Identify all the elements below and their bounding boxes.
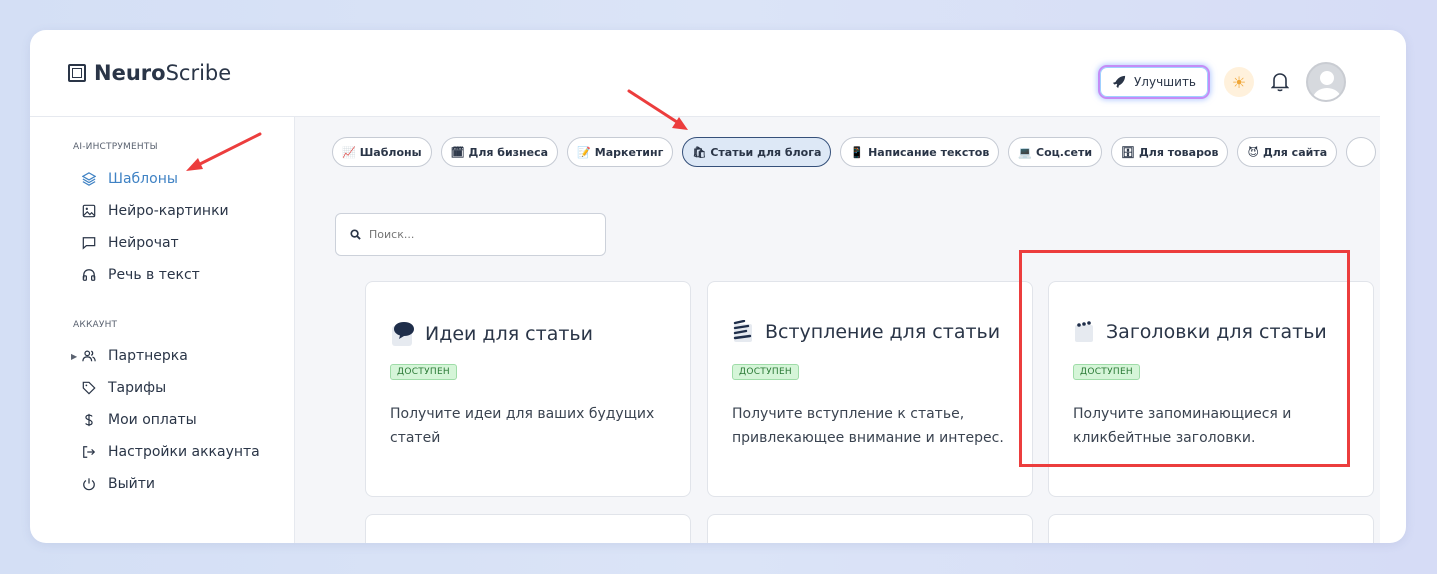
- sidebar-item-label: Нейро-картинки: [108, 203, 229, 219]
- card-title: Вступление для статьи: [765, 321, 1001, 343]
- header-actions: Улучшить ☀: [1097, 62, 1346, 102]
- dollar-icon: [85, 413, 93, 427]
- card-next-row-2[interactable]: [707, 514, 1033, 543]
- card-article-ideas[interactable]: Идеи для статьи ДОСТУПЕН Получите идеи д…: [365, 281, 691, 497]
- bell-icon[interactable]: [1268, 70, 1292, 94]
- newspaper-icon: [68, 64, 86, 82]
- annotation-arrow-sidebar: [186, 132, 262, 171]
- chip-label: Соц.сети: [1036, 145, 1093, 159]
- upgrade-label: Улучшить: [1133, 75, 1196, 89]
- speech-bubble-icon: [392, 322, 414, 346]
- caret-right-icon: ▶: [71, 351, 78, 361]
- sidebar-item-label: Речь в текст: [108, 267, 200, 283]
- status-badge: ДОСТУПЕН: [390, 364, 458, 380]
- chip-label: Маркетинг: [594, 145, 664, 159]
- chip-social[interactable]: 💻 Соц.сети: [1008, 137, 1103, 167]
- upgrade-button[interactable]: Улучшить: [1097, 65, 1210, 99]
- chip-blog-articles[interactable]: 🛍 Статьи для блога: [682, 137, 832, 167]
- status-badge: ДОСТУПЕН: [732, 364, 800, 380]
- sidebar-section-ai-tools: AI-ИНСТРУМЕНТЫ: [73, 142, 158, 152]
- sidebar-item-neurochat[interactable]: Нейрочат: [82, 233, 179, 253]
- layers-icon: [82, 172, 96, 186]
- card-description: Получите вступление к статье, привлекающ…: [732, 406, 1004, 446]
- chip-website[interactable]: 😈 Для сайта: [1237, 137, 1338, 167]
- chart-icon: 📈: [342, 145, 356, 159]
- search-icon: [350, 229, 361, 240]
- card-description: Получите идеи для ваших будущих статей: [390, 406, 655, 446]
- laptop-icon: 💻: [1018, 145, 1032, 159]
- chip-more[interactable]: [1346, 137, 1377, 167]
- chip-label: Написание текстов: [868, 145, 990, 159]
- sidebar-item-templates[interactable]: Шаблоны: [82, 169, 178, 189]
- sidebar-item-speech-to-text[interactable]: Речь в текст: [82, 265, 200, 285]
- top-header: NeuroScribe Улучшить ☀: [30, 30, 1406, 116]
- devil-icon: 😈: [1247, 145, 1259, 159]
- login-icon: [83, 446, 96, 458]
- sidebar-item-my-payments[interactable]: Мои оплаты: [82, 410, 197, 430]
- chip-label: Для сайта: [1262, 145, 1328, 159]
- chip-marketing[interactable]: 📝 Маркетинг: [567, 137, 674, 167]
- sidebar-item-label: Партнерка: [108, 348, 188, 364]
- search-input[interactable]: [369, 228, 589, 241]
- sidebar-item-neuro-images[interactable]: Нейро-картинки: [82, 201, 229, 221]
- sidebar-item-tariffs[interactable]: Тарифы: [82, 378, 166, 398]
- sidebar: AI-ИНСТРУМЕНТЫ Шаблоны Нейро-картинки Не…: [30, 116, 295, 543]
- highlight-box: [1019, 250, 1350, 467]
- rocket-icon: [1112, 75, 1126, 89]
- sidebar-item-label: Шаблоны: [108, 171, 178, 187]
- sidebar-section-account: АККАУНТ: [73, 320, 118, 330]
- chip-label: Для бизнеса: [468, 145, 549, 159]
- search-box[interactable]: [335, 213, 606, 256]
- brand-name-light: Scribe: [165, 61, 232, 85]
- card-next-row-1[interactable]: [365, 514, 691, 543]
- chip-copywriting[interactable]: 📱 Написание текстов: [840, 137, 1000, 167]
- chip-products[interactable]: 🗄 Для товаров: [1111, 137, 1229, 167]
- chip-label: Для товаров: [1139, 145, 1219, 159]
- text-lines-icon: [733, 320, 752, 342]
- theme-toggle-sun-icon[interactable]: ☀: [1224, 67, 1254, 97]
- image-icon: [82, 204, 96, 218]
- chat-icon: [82, 237, 96, 250]
- sidebar-item-label: Мои оплаты: [108, 412, 197, 428]
- sidebar-item-label: Нейрочат: [108, 235, 179, 251]
- cabinet-icon: 🗄: [1121, 145, 1135, 159]
- users-icon: [82, 350, 96, 362]
- calendar-icon: 🗓: [450, 145, 465, 159]
- brand-name-bold: Neuro: [94, 61, 166, 85]
- card-title: Идеи для статьи: [425, 323, 593, 345]
- card-article-intro[interactable]: Вступление для статьи ДОСТУПЕН Получите …: [707, 281, 1033, 497]
- brand-logo[interactable]: NeuroScribe: [68, 61, 231, 85]
- annotation-arrow-chip: [627, 89, 688, 130]
- tag-icon: [82, 381, 96, 395]
- headphones-icon: [82, 269, 96, 281]
- avatar[interactable]: [1306, 62, 1346, 102]
- category-chips: 📈 Шаблоны 🗓 Для бизнеса 📝 Маркетинг 🛍 Статьи…: [332, 137, 1377, 167]
- sidebar-item-label: Выйти: [108, 476, 156, 492]
- shopping-bags-icon: 🛍: [692, 145, 707, 159]
- sidebar-item-label: Настройки аккаунта: [108, 444, 260, 460]
- chip-templates[interactable]: 📈 Шаблоны: [332, 137, 432, 167]
- sidebar-item-logout[interactable]: Выйти: [82, 474, 155, 494]
- chip-label: Шаблоны: [359, 145, 422, 159]
- sidebar-item-partner[interactable]: ▶ Партнерка: [71, 346, 188, 366]
- sidebar-item-label: Тарифы: [108, 380, 167, 396]
- power-icon: [83, 478, 95, 491]
- phone-icon: 📱: [850, 145, 865, 159]
- card-next-row-3[interactable]: [1048, 514, 1374, 543]
- chip-label: Статьи для блога: [710, 145, 822, 159]
- chip-business[interactable]: 🗓 Для бизнеса: [440, 137, 559, 167]
- sidebar-item-account-settings[interactable]: Настройки аккаунта: [82, 442, 260, 462]
- memo-icon: 📝: [577, 145, 591, 159]
